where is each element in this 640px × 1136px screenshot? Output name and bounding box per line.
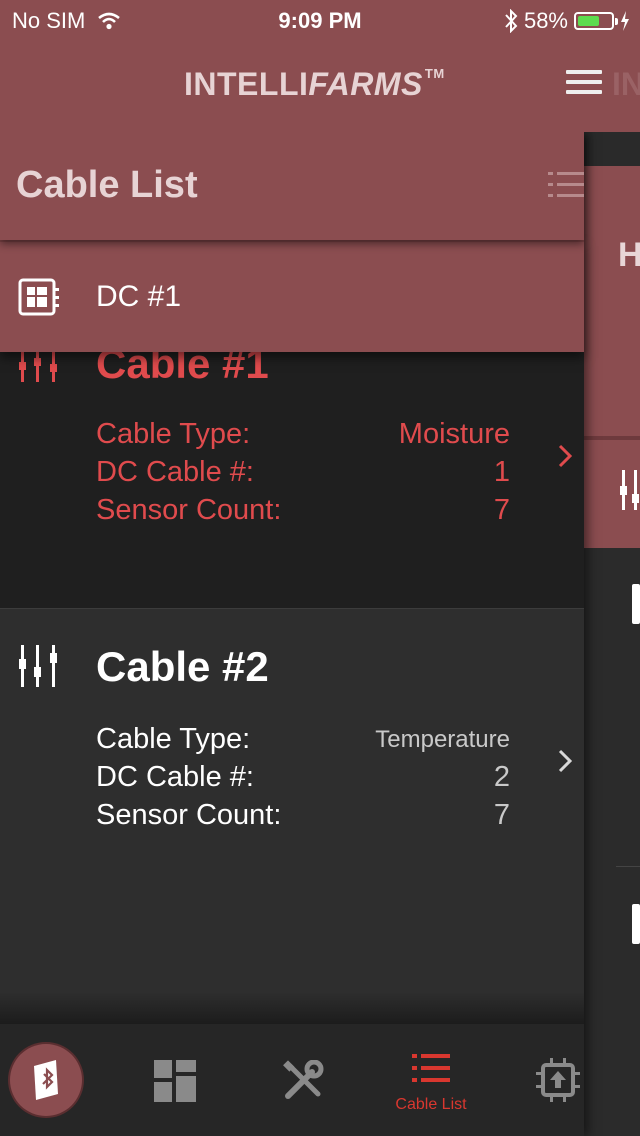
back-card-cable[interactable] — [584, 436, 640, 548]
brand-trademark: TM — [424, 66, 445, 81]
dc-cable-label: DC Cable #: — [96, 761, 254, 793]
charging-icon — [621, 11, 629, 31]
dc-label: DC #1 — [96, 280, 182, 313]
slider-icon — [19, 352, 57, 382]
brand-text-plain: INTELLI — [184, 66, 309, 102]
tools-icon — [283, 1060, 324, 1099]
bottom-fade — [0, 992, 584, 1024]
page-title: Cable List — [16, 164, 198, 206]
brand-ghost-fragment: IN — [612, 66, 640, 102]
cable-type-value: Temperature — [375, 726, 510, 753]
dashboard-icon — [154, 1060, 196, 1102]
cable-card-2[interactable]: Cable #2 Cable Type: Temperature DC Cabl… — [0, 608, 584, 1024]
menu-icon[interactable] — [566, 70, 602, 96]
controller-icon — [18, 278, 59, 316]
back-toggle-1[interactable] — [632, 584, 640, 624]
bluetooth-icon — [505, 9, 518, 33]
list-icon — [412, 1054, 450, 1082]
sensor-count-value: 7 — [493, 799, 510, 831]
cable-type-value: Moisture — [398, 418, 510, 450]
sensor-count-value: 7 — [493, 494, 510, 526]
dc-cable-label: DC Cable #: — [96, 456, 254, 488]
battery-percent: 58% — [523, 8, 568, 33]
slider-icon — [620, 470, 639, 510]
tab-firmware[interactable] — [504, 1024, 614, 1136]
back-divider — [616, 866, 640, 867]
tab-cable-list-label: Cable List — [395, 1096, 467, 1113]
tab-bar: Cable List — [0, 1024, 584, 1136]
back-strip — [584, 132, 640, 166]
brand-logo: INTELLIFARMS TM — [184, 66, 445, 103]
brand-text-italic: FARMS — [308, 66, 423, 102]
back-card-heading: H — [618, 236, 640, 274]
battery-icon — [574, 12, 618, 30]
chevron-right-icon — [558, 749, 572, 773]
status-bar: No SIM 9:09 PM 58% — [0, 0, 640, 40]
dc-cable-value: 2 — [493, 761, 510, 793]
status-right: 58% — [504, 8, 630, 34]
bluetooth-connect-button[interactable] — [10, 1044, 82, 1116]
sensor-count-label: Sensor Count: — [96, 494, 282, 526]
tab-dashboard[interactable] — [120, 1024, 230, 1136]
dc-selector[interactable]: DC #1 — [0, 240, 584, 352]
background-panel: H — [584, 132, 640, 1136]
tab-tools[interactable] — [248, 1024, 358, 1136]
cable-name: Cable #2 — [96, 643, 269, 690]
chevron-right-icon — [558, 444, 572, 468]
tab-cable-list[interactable]: Cable List — [376, 1024, 486, 1136]
back-card-header: H — [584, 166, 640, 436]
cable-list-panel: Cable List DC #1 Cable #1 Cable Type: Mo… — [0, 132, 584, 1136]
sensor-count-label: Sensor Count: — [96, 799, 282, 831]
cable-type-label: Cable Type: — [96, 723, 251, 755]
list-header: Cable List — [0, 132, 584, 240]
app-header: INTELLIFARMS TM IN — [0, 40, 640, 132]
cable-card-1[interactable]: Cable #1 Cable Type: Moisture DC Cable #… — [0, 332, 584, 608]
cable-type-label: Cable Type: — [96, 418, 251, 450]
back-toggle-2[interactable] — [632, 904, 640, 944]
bluetooth-shield-icon — [34, 1060, 58, 1100]
slider-icon — [19, 645, 57, 687]
chip-icon — [536, 1058, 580, 1102]
list-icon[interactable] — [548, 170, 584, 200]
dc-cable-value: 1 — [493, 456, 510, 488]
